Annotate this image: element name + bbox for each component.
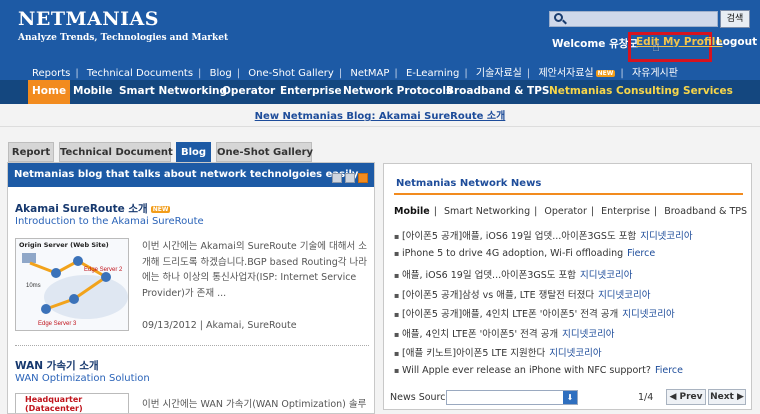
post-thumbnail[interactable]: Headquarter (Datacenter): [15, 393, 129, 413]
news-item[interactable]: ▪ Will Apple ever release an iPhone with …: [394, 365, 744, 385]
blog-panel: Netmanias blog that talks about network …: [7, 162, 375, 414]
news-item[interactable]: ▪ [애플 키노트]아이폰5 LTE 지원한다 지디넷코리아: [394, 345, 744, 365]
nav-home[interactable]: Home: [28, 80, 71, 104]
news-tab-enterprise[interactable]: Enterprise: [601, 206, 650, 217]
main-navigation: Home Mobile Smart Networking Operator En…: [0, 80, 760, 104]
news-panel: Netmanias Network News Mobile | Smart Net…: [383, 163, 752, 410]
news-item[interactable]: ▪ iPhone 5 to drive 4G adoption, Wi-Fi of…: [394, 248, 744, 268]
nav-enterprise[interactable]: Enterprise: [280, 80, 342, 104]
news-tab-smart-networking[interactable]: Smart Networking: [444, 206, 530, 217]
post-subtitle[interactable]: WAN Optimization Solution: [15, 373, 150, 384]
nav-network-protocols[interactable]: Network Protocols: [343, 80, 452, 104]
subnav-tech-library[interactable]: 기술자료실: [476, 64, 522, 79]
post-title[interactable]: WAN 가속기 소개: [15, 358, 99, 373]
welcome-text: Welcome 유창모: [552, 38, 639, 50]
nav-consulting-services[interactable]: Netmanias Consulting Services: [549, 80, 733, 104]
svg-text:Edge Server 3: Edge Server 3: [38, 321, 77, 327]
subnav-blog[interactable]: Blog: [210, 68, 232, 79]
news-footer: News Source: ⬇ 1/4 ◀ Prev Next ▶: [390, 388, 747, 409]
news-panel-title: Netmanias Network News: [396, 178, 542, 189]
news-source-label: News Source:: [390, 392, 455, 403]
banner-link[interactable]: New Netmanias Blog: Akamai SureRoute 소개: [255, 111, 506, 122]
site-header: NETMANIAS Analyze Trends, Technologies a…: [0, 0, 760, 104]
blog-panel-title: Netmanias blog that talks about network …: [14, 169, 359, 180]
news-divider: [394, 193, 743, 195]
nav-mobile[interactable]: Mobile: [73, 80, 113, 104]
rss-icon[interactable]: [358, 173, 368, 183]
subnav-one-shot-gallery[interactable]: One-Shot Gallery: [248, 68, 334, 79]
news-category-tabs: Mobile | Smart Networking | Operator | Ente…: [394, 206, 748, 217]
logout-link[interactable]: Logout: [716, 36, 757, 48]
chevron-down-icon[interactable]: ⬇: [563, 391, 577, 404]
search-icon: [554, 13, 563, 22]
post-subtitle[interactable]: Introduction to the Akamai SureRoute: [15, 216, 204, 227]
page-indicator: 1/4: [638, 392, 654, 403]
facebook-icon[interactable]: [345, 173, 355, 183]
sub-navigation: Reports | Technical Documents | Blog | One-…: [32, 64, 678, 79]
tab-technical-document[interactable]: Technical Document: [59, 142, 173, 162]
post-divider: [15, 345, 369, 346]
post-excerpt: 이번 시간에는 WAN 가속기(WAN Optimization) 솔루: [142, 399, 367, 410]
nav-smart-networking[interactable]: Smart Networking: [119, 80, 227, 104]
subnav-proposal-library[interactable]: 제안서자료실: [538, 64, 593, 79]
subnav-technical-documents[interactable]: Technical Documents: [87, 68, 193, 79]
post-meta: 09/13/2012 | Akamai, SureRoute: [142, 320, 297, 331]
subnav-netmap[interactable]: NetMAP: [350, 68, 389, 79]
news-tab-mobile[interactable]: Mobile: [394, 206, 430, 217]
prev-button[interactable]: ◀ Prev: [666, 389, 706, 405]
news-item[interactable]: ▪ [아이폰5 공개]애플, iOS6 19일 업뎃...아이폰3GS도 포함 지디…: [394, 228, 744, 248]
news-item[interactable]: ▪ [아이폰5 공개]애플, 4인치 LTE폰 '아이폰5' 전격 공개 지디넷코리…: [394, 306, 744, 326]
site-tagline: Analyze Trends, Technologies and Market: [18, 33, 229, 43]
search-button[interactable]: 검색: [720, 10, 750, 28]
news-list: ▪ [아이폰5 공개]애플, iOS6 19일 업뎃...아이폰3GS도 포함 지디…: [394, 228, 744, 384]
subnav-e-learning[interactable]: E-Learning: [406, 68, 459, 79]
nav-broadband-tps[interactable]: Broadband & TPS: [446, 80, 549, 104]
new-badge: NEW: [150, 205, 171, 213]
news-source-select[interactable]: ⬇: [446, 390, 578, 405]
network-diagram-image: Edge Server 2 10ms Edge Server 3: [22, 253, 128, 327]
site-logo[interactable]: NETMANIAS: [18, 8, 159, 30]
news-tab-broadband-tps[interactable]: Broadband & TPS: [664, 206, 747, 217]
blog-banner: New Netmanias Blog: Akamai SureRoute 소개: [0, 106, 760, 126]
news-item[interactable]: ▪ 애플, 4인치 LTE폰 '아이폰5' 전격 공개 지디넷코리아: [394, 326, 744, 346]
subnav-free-board[interactable]: 자유게시판: [632, 64, 678, 79]
news-tab-operator[interactable]: Operator: [544, 206, 587, 217]
tab-report[interactable]: Report: [8, 142, 54, 162]
post-thumbnail[interactable]: Origin Server (Web Site) Edge Server 2 1…: [15, 238, 129, 331]
post-title[interactable]: Akamai SureRoute 소개 NEW: [15, 201, 171, 216]
next-button[interactable]: Next ▶: [708, 389, 746, 405]
share-icons: [329, 169, 368, 193]
svg-text:Edge Server 2: Edge Server 2: [84, 267, 123, 273]
news-item[interactable]: ▪ 애플, iOS6 19일 업뎃...아이폰3GS도 포함 지디넷코리아: [394, 267, 744, 287]
tab-one-shot-gallery[interactable]: One-Shot Gallery: [216, 142, 313, 162]
grid-icon[interactable]: [332, 173, 342, 183]
new-badge: NEW: [595, 69, 616, 77]
svg-text:10ms: 10ms: [26, 283, 41, 289]
subnav-reports[interactable]: Reports: [32, 68, 70, 79]
hand-cursor-icon: ☝: [652, 40, 660, 55]
blog-panel-header: Netmanias blog that talks about network …: [8, 163, 374, 187]
tab-blog[interactable]: Blog: [176, 142, 211, 162]
divider: [0, 126, 760, 127]
news-item[interactable]: ▪ [아이폰5 공개]삼성 vs 애플, LTE 쟁탈전 터졌다 지디넷코리아: [394, 287, 744, 307]
nav-operator[interactable]: Operator: [222, 80, 275, 104]
search-input[interactable]: [549, 11, 718, 27]
post-excerpt: 이번 시간에는 Akamai의 SureRoute 기술에 대해서 소개해 드리…: [142, 241, 368, 299]
edit-profile-link[interactable]: Edit My Profile: [636, 36, 723, 48]
